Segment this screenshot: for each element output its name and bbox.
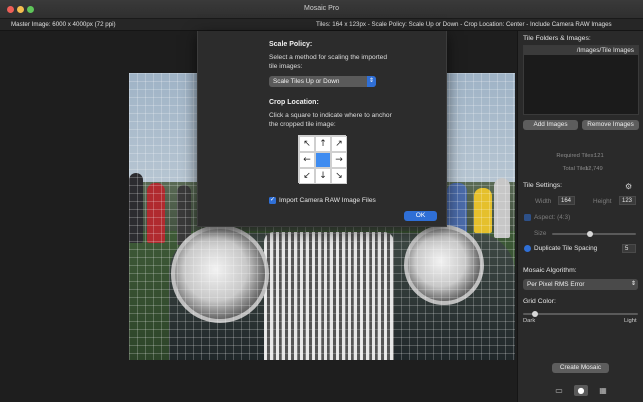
total-tiles-value: 12,749 — [585, 166, 603, 172]
master-image-info: Master Image: 6000 x 4000px (72 ppi) — [11, 21, 116, 28]
crop-left[interactable]: ← — [299, 152, 315, 168]
width-label: Width — [535, 198, 552, 205]
scale-policy-select[interactable]: Scale Tiles Up or Down ⇕ — [269, 76, 376, 87]
mosaic-algorithm-heading: Mosaic Algorithm: — [523, 267, 577, 274]
scale-policy-description: Select a method for scaling the imported… — [269, 54, 388, 70]
crop-top-right[interactable]: ↗ — [331, 136, 347, 152]
crop-bottom[interactable]: ↓ — [315, 168, 331, 184]
crop-location-grid: ↖ ↑ ↗ ← → ↙ ↓ ↘ — [298, 135, 347, 184]
gear-icon[interactable]: ● — [574, 385, 588, 396]
total-tiles-label: Total Tiles: — [562, 166, 590, 172]
aspect-checkbox[interactable] — [524, 214, 531, 221]
size-slider-knob[interactable] — [586, 231, 593, 237]
create-mosaic-button[interactable]: Create Mosaic — [552, 363, 609, 373]
import-raw-checkbox[interactable]: ✓ — [269, 197, 276, 204]
width-field[interactable]: 164 — [558, 196, 575, 205]
chevron-updown-icon: ⇕ — [367, 76, 376, 87]
window-title: Mosaic Pro — [303, 5, 339, 12]
tile-folders-heading: Tile Folders & Images: — [523, 35, 591, 42]
crop-right[interactable]: → — [331, 152, 347, 168]
remove-images-button[interactable]: Remove Images — [582, 120, 639, 130]
scale-policy-heading: Scale Policy: — [269, 41, 313, 48]
tile-settings-summary: Tiles: 164 x 123px - Scale Policy: Scale… — [316, 21, 612, 28]
duplicate-spacing-field[interactable]: 5 — [622, 244, 636, 253]
size-slider[interactable] — [552, 231, 636, 237]
import-raw-label: Import Camera RAW Image Files — [279, 197, 376, 204]
crop-bottom-right[interactable]: ↘ — [331, 168, 347, 184]
crop-location-description: Click a square to indicate where to anch… — [269, 112, 392, 128]
crop-bottom-left[interactable]: ↙ — [299, 168, 315, 184]
mosaic-algorithm-value: Per Pixel RMS Error — [527, 281, 585, 288]
light-label: Light — [624, 318, 637, 324]
info-bar: Master Image: 6000 x 4000px (72 ppi) Til… — [0, 19, 643, 31]
title-bar: Mosaic Pro — [0, 0, 643, 19]
scale-policy-value: Scale Tiles Up or Down — [273, 78, 340, 85]
dark-label: Dark — [523, 318, 536, 324]
aspect-label: Aspect: (4:3) — [534, 214, 571, 221]
grid-color-slider-knob[interactable] — [531, 311, 538, 317]
gear-icon[interactable]: ⚙ — [625, 182, 632, 191]
chevron-updown-icon: ⇕ — [629, 279, 638, 290]
tile-folders-list[interactable]: /Images/Tile Images — [523, 45, 639, 115]
add-images-button[interactable]: Add Images — [523, 120, 578, 130]
grid-color-heading: Grid Color: — [523, 298, 556, 305]
height-label: Height — [593, 198, 612, 205]
crop-top-left[interactable]: ↖ — [299, 136, 315, 152]
duplicate-spacing-label: Duplicate Tile Spacing — [534, 245, 598, 252]
required-tiles-label: Required Tiles: — [556, 153, 595, 159]
import-options-sheet: Scale Policy: Select a method for scalin… — [197, 31, 447, 227]
duplicate-spacing-checkbox[interactable] — [524, 245, 531, 252]
import-raw-row[interactable]: ✓ Import Camera RAW Image Files — [269, 197, 376, 204]
crop-location-heading: Crop Location: — [269, 99, 319, 106]
tile-settings-heading: Tile Settings: — [523, 182, 563, 189]
folder-icon[interactable]: ▭ — [552, 385, 566, 396]
grid-icon[interactable]: ▦ — [596, 385, 610, 396]
crop-top[interactable]: ↑ — [315, 136, 331, 152]
required-tiles-value: 121 — [594, 153, 604, 159]
grid-color-slider[interactable] — [523, 311, 638, 317]
size-label: Size — [534, 230, 547, 237]
mosaic-algorithm-select[interactable]: Per Pixel RMS Error ⇕ — [523, 279, 638, 290]
height-field[interactable]: 123 — [619, 196, 636, 205]
ok-button[interactable]: OK — [404, 211, 437, 221]
settings-panel: Tile Folders & Images: /Images/Tile Imag… — [517, 31, 643, 402]
list-item[interactable]: /Images/Tile Images — [524, 46, 638, 55]
crop-center[interactable] — [315, 152, 331, 168]
